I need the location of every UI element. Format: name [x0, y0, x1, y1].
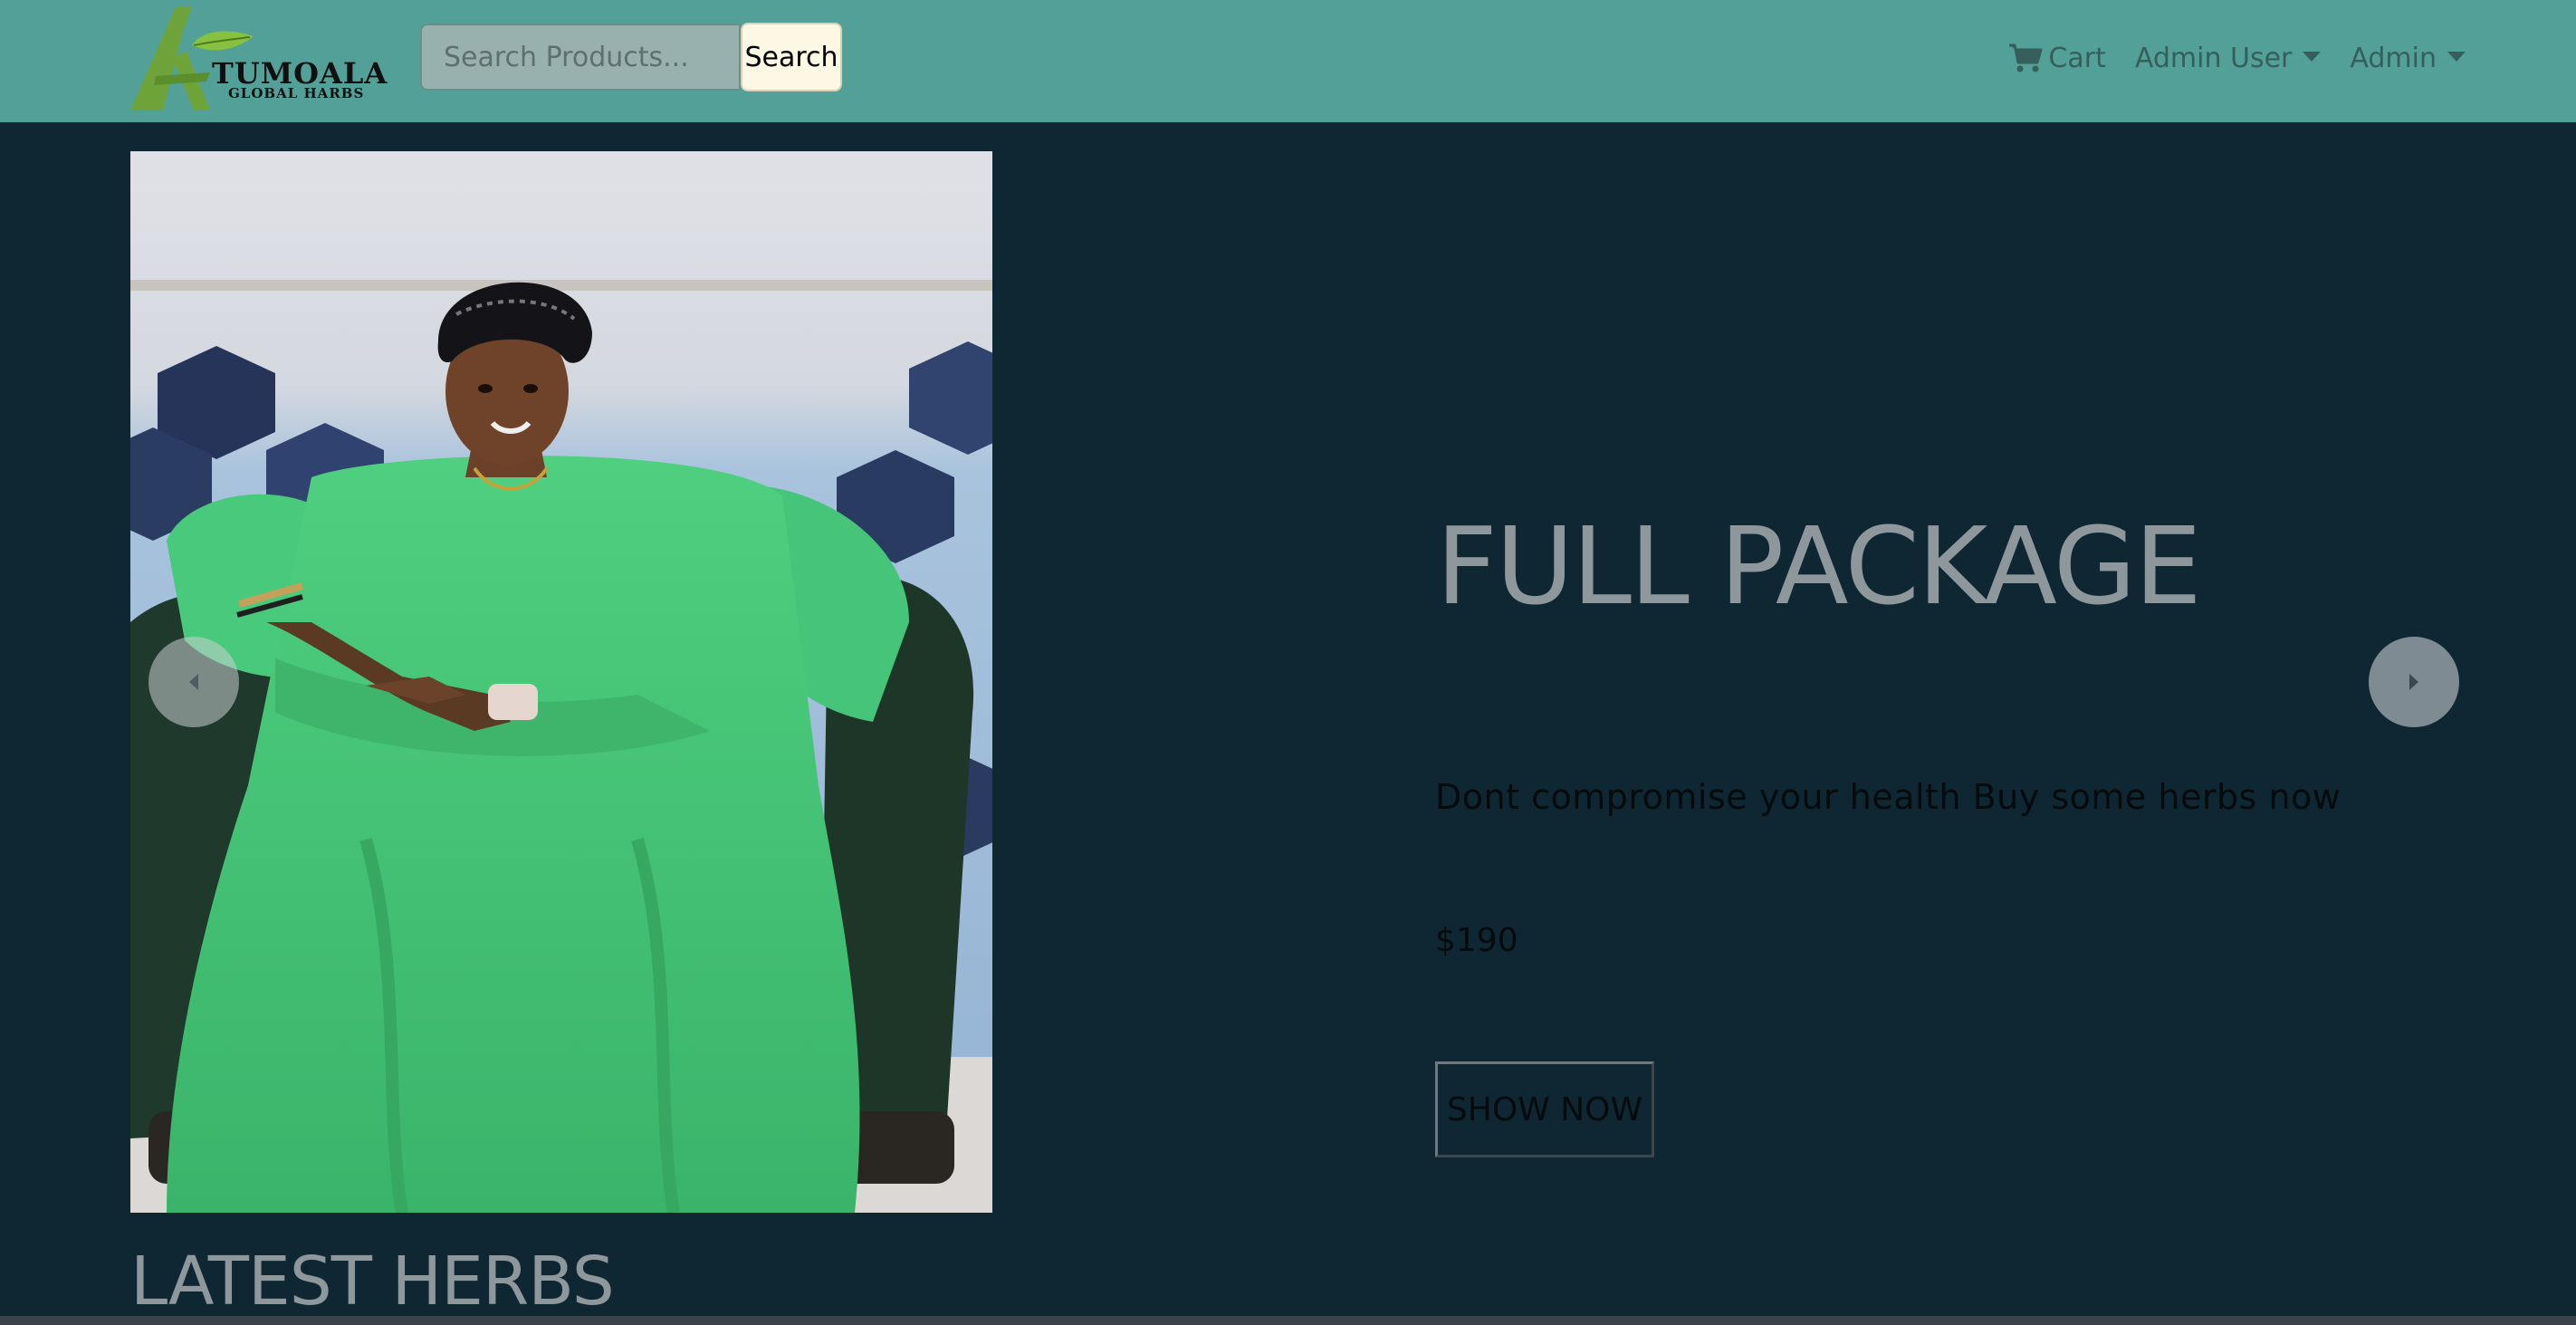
bottom-divider: [0, 1316, 2576, 1325]
latest-herbs-heading: LATEST HERBS: [130, 1243, 615, 1320]
cart-icon: [2009, 43, 2043, 72]
cart-link[interactable]: Cart: [2008, 42, 2106, 74]
hero-title: FULL PACKAGE: [1436, 504, 2202, 629]
carousel-prev-button[interactable]: [148, 637, 239, 727]
search-input[interactable]: [420, 24, 741, 91]
nav-right-menu: Cart Admin User Admin: [2008, 31, 2466, 85]
admin-dropdown[interactable]: Admin: [2350, 43, 2466, 74]
chevron-right-icon: [2409, 674, 2418, 690]
logo-subtext: GLOBAL HARBS: [228, 85, 365, 101]
hero-description: Dont compromise your health Buy some her…: [1435, 777, 2341, 817]
show-now-button[interactable]: SHOW NOW: [1435, 1061, 1654, 1157]
search-button[interactable]: Search: [741, 23, 842, 91]
hero-price: $190: [1435, 922, 1518, 959]
brand-logo[interactable]: TUMOALA GLOBAL HARBS: [129, 4, 387, 114]
chevron-left-icon: [189, 674, 198, 690]
chevron-down-icon: [2303, 51, 2322, 62]
chevron-down-icon: [2447, 51, 2466, 62]
admin-user-label: Admin User: [2134, 42, 2293, 74]
navbar: TUMOALA GLOBAL HARBS Search Cart Admin U…: [0, 0, 2576, 122]
admin-label: Admin: [2350, 42, 2437, 74]
cart-label: Cart: [2048, 42, 2106, 74]
product-photo: [130, 151, 992, 1213]
hero-product-image: [130, 151, 992, 1213]
admin-user-dropdown[interactable]: Admin User: [2135, 43, 2322, 74]
carousel-next-button[interactable]: [2369, 637, 2459, 727]
